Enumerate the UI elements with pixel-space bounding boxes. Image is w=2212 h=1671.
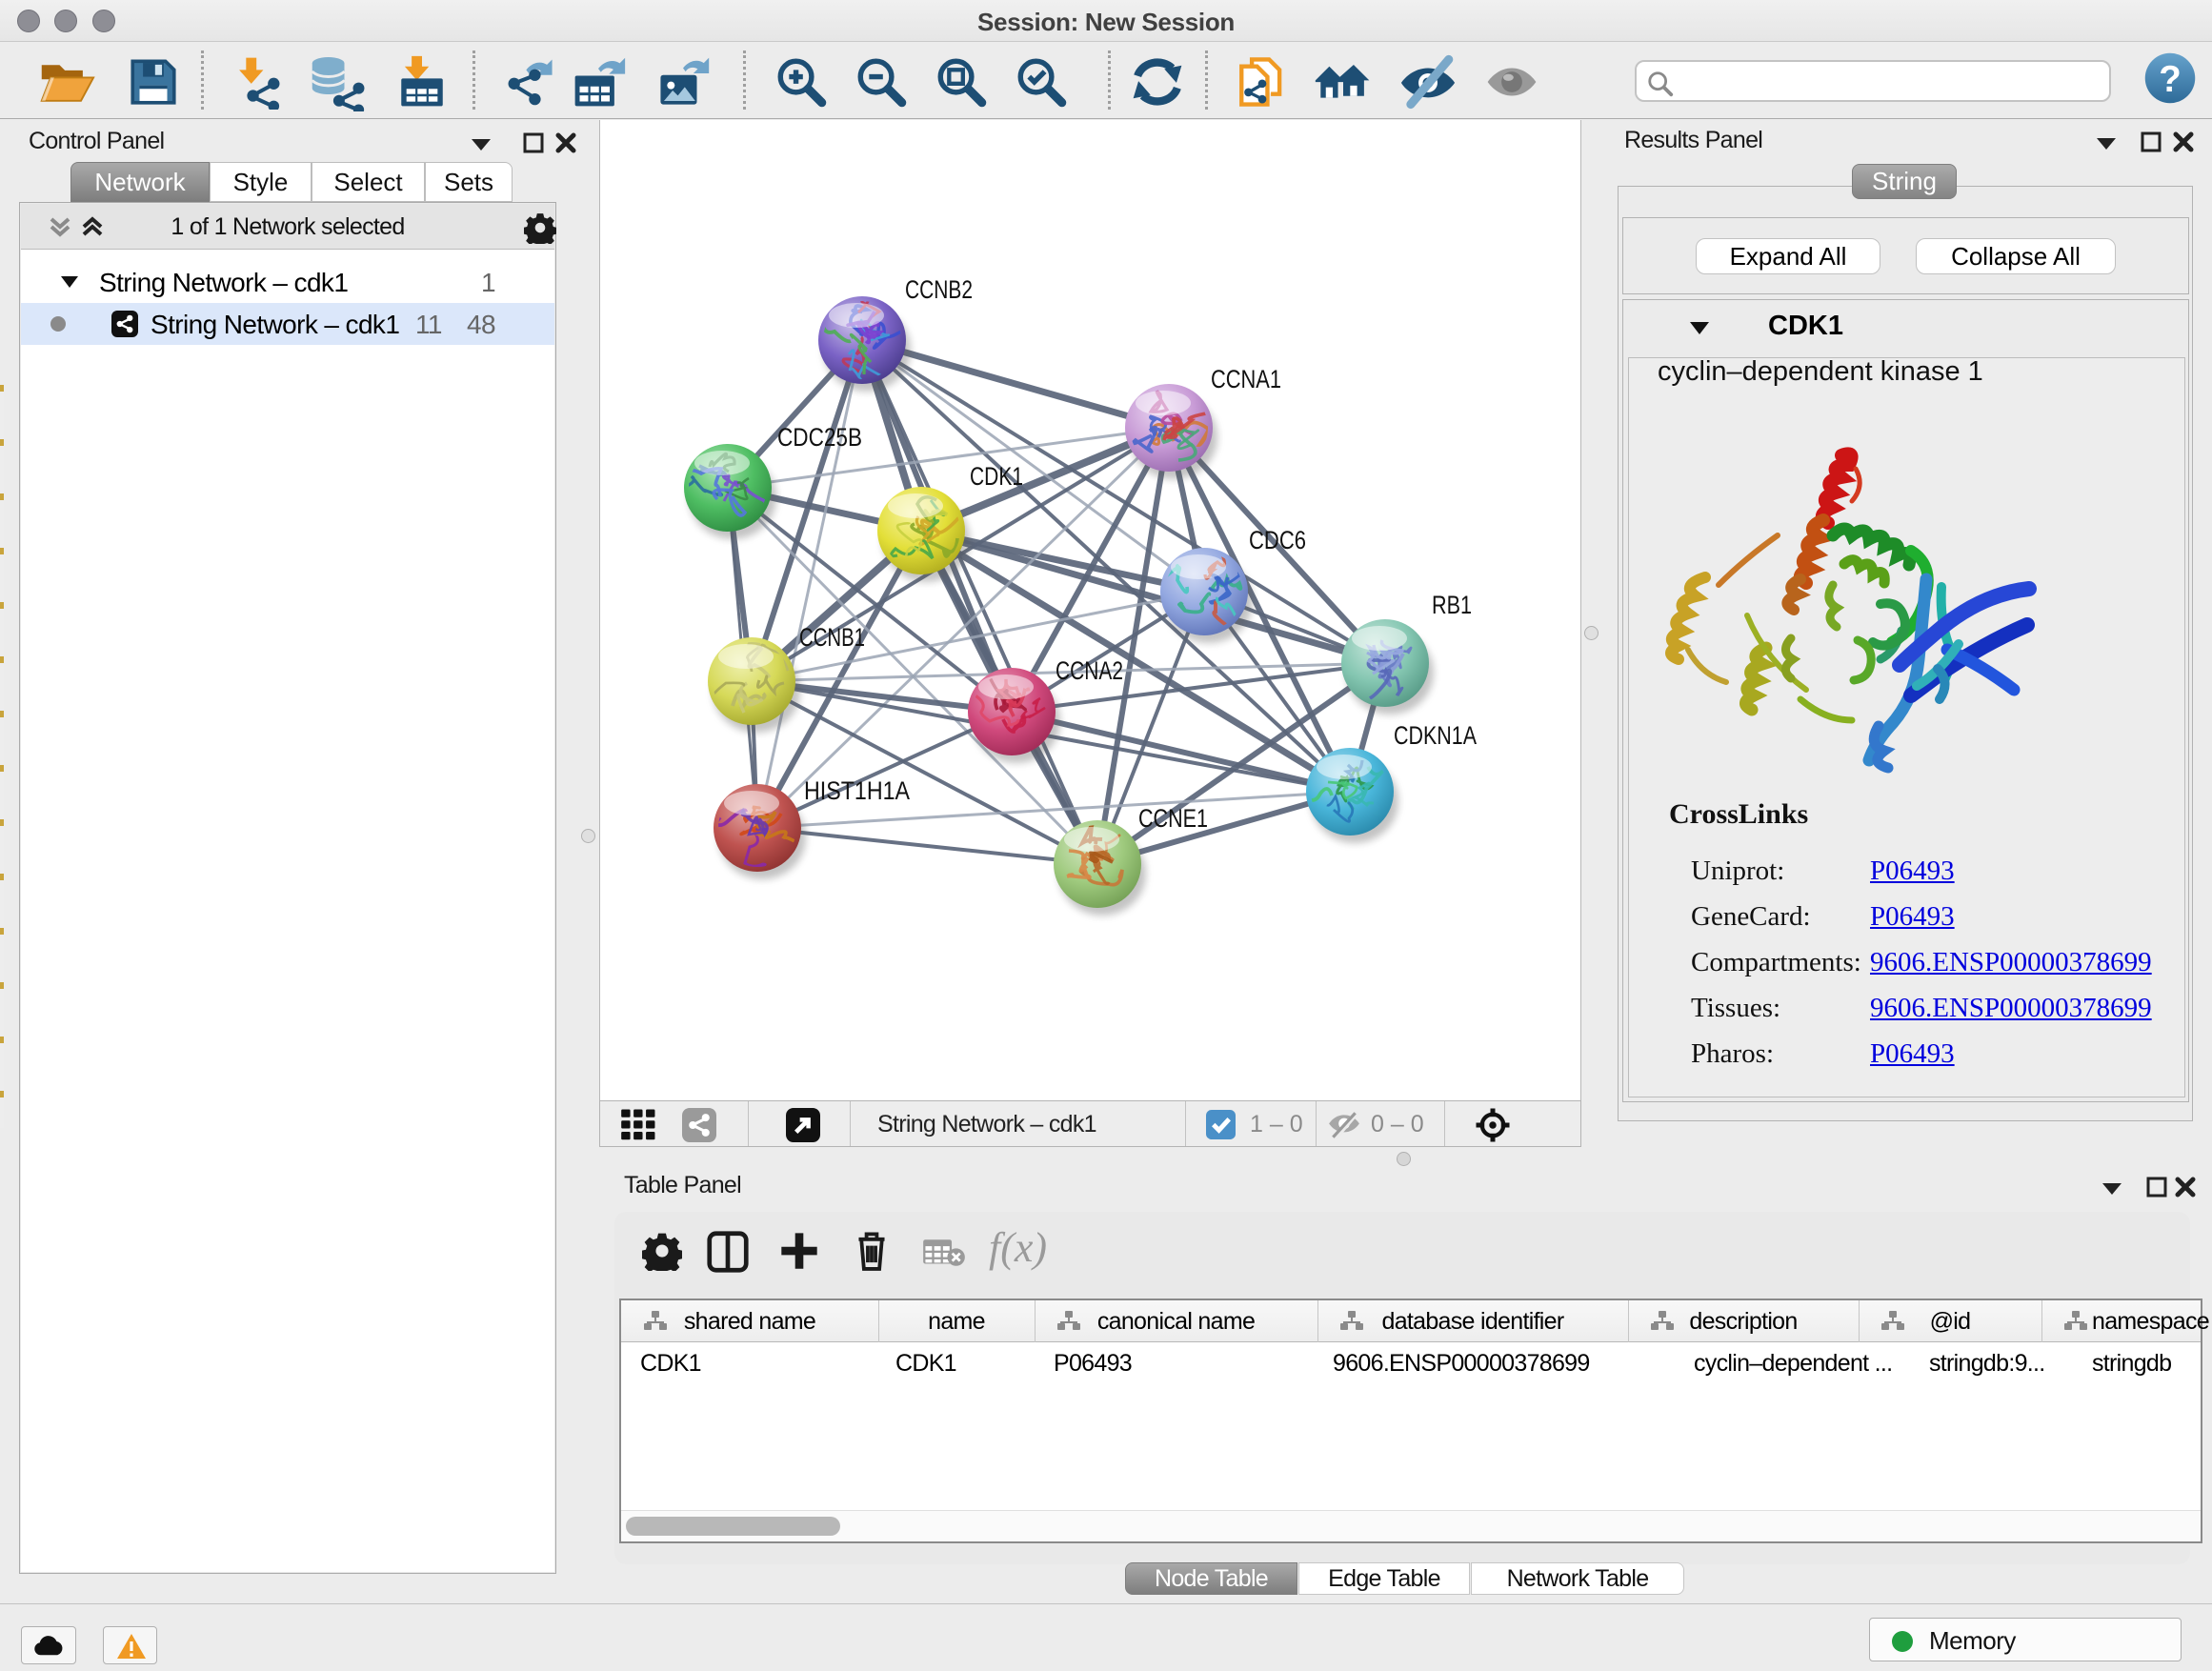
svg-text:CDC25B: CDC25B — [777, 423, 862, 452]
svg-text:CCNA1: CCNA1 — [1211, 365, 1281, 393]
svg-text:CDKN1A: CDKN1A — [1394, 721, 1477, 750]
svg-text:CCNB1: CCNB1 — [799, 623, 865, 652]
svg-text:CCNB2: CCNB2 — [905, 275, 973, 304]
svg-text:CDK1: CDK1 — [970, 462, 1023, 491]
svg-text:HIST1H1A: HIST1H1A — [804, 776, 910, 805]
svg-text:RB1: RB1 — [1432, 591, 1472, 619]
svg-text:CCNE1: CCNE1 — [1138, 804, 1208, 833]
svg-text:CDC6: CDC6 — [1249, 526, 1306, 554]
svg-text:?: ? — [2159, 59, 2182, 100]
svg-text:CCNA2: CCNA2 — [1056, 656, 1123, 685]
